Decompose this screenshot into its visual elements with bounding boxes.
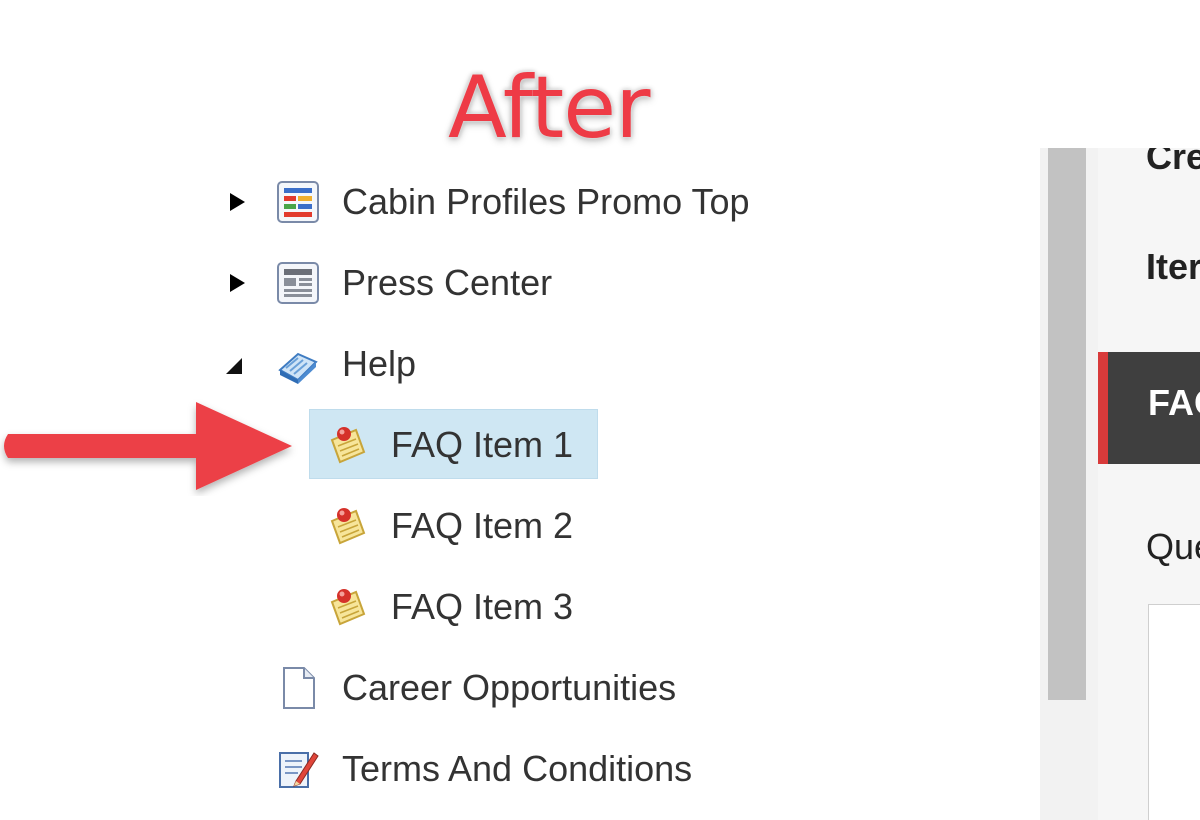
question-field-label: Que	[1146, 526, 1200, 567]
news-page-icon	[277, 262, 319, 304]
tree-item-label[interactable]: Press Center	[342, 261, 552, 305]
question-input[interactable]: V	[1148, 604, 1200, 820]
tree-item-label[interactable]: Cabin Profiles Promo Top	[342, 180, 750, 224]
tree-item-label[interactable]: Terms And Conditions	[342, 747, 692, 791]
collapse-toggle-help[interactable]	[224, 354, 248, 378]
expand-toggle-cabin-profiles[interactable]	[226, 190, 250, 214]
tree-item-label[interactable]: Help	[342, 342, 416, 386]
tree-item-label[interactable]: Career Opportunities	[342, 666, 676, 710]
tree-item-label[interactable]: FAQ Item 3	[391, 585, 573, 629]
widget-layout-icon	[277, 181, 319, 223]
section-header-bar[interactable]: FAQ	[1098, 352, 1200, 464]
scrollbar-thumb[interactable]	[1048, 148, 1086, 700]
blank-page-icon	[283, 667, 315, 709]
vertical-scrollbar[interactable]	[1040, 148, 1099, 820]
panel-field-label: Iter	[1146, 246, 1200, 287]
tree-item-label[interactable]: FAQ Item 2	[391, 504, 573, 548]
expand-toggle-press-center[interactable]	[226, 271, 250, 295]
faq-note-icon	[330, 508, 366, 545]
editor-content: Cre Iter FAQ Que V	[1098, 148, 1200, 820]
faq-note-icon	[330, 427, 366, 464]
editor-panel: Cre Iter FAQ Que V	[1040, 148, 1200, 820]
help-book-icon	[278, 352, 318, 384]
edit-document-icon	[279, 752, 319, 788]
content-tree: Cabin Profiles Promo Top Press Center He…	[0, 0, 1000, 820]
tree-item-label[interactable]: FAQ Item 1	[391, 423, 573, 467]
faq-note-icon	[330, 589, 366, 626]
section-header-title: FAQ	[1148, 382, 1200, 423]
panel-text-line: Cre	[1146, 148, 1200, 177]
